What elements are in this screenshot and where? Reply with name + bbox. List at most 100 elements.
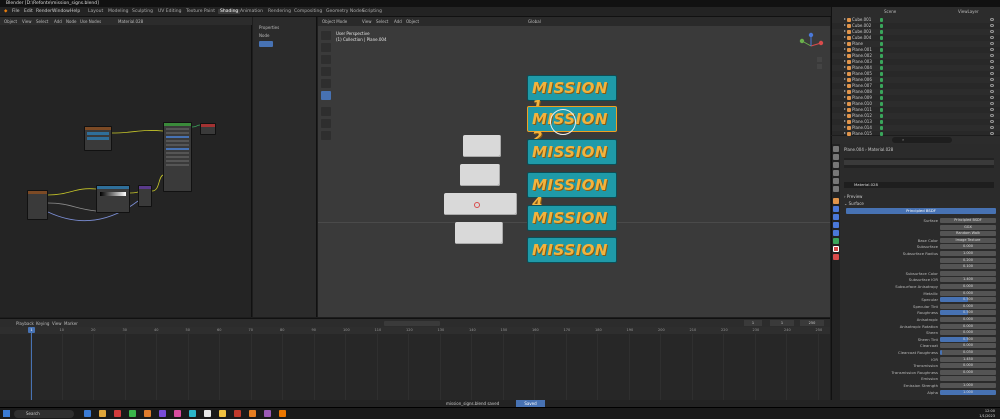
material-name-field[interactable]: Material.028 bbox=[844, 182, 994, 188]
mission-sign-4[interactable]: MISSION 4 bbox=[527, 172, 617, 212]
taskbar-app-icon[interactable] bbox=[99, 410, 106, 417]
preview-section[interactable]: › Preview bbox=[844, 194, 862, 199]
timeline-ruler[interactable]: 0102030405060708090100110120130140150160… bbox=[0, 327, 830, 334]
taskbar-app-icon[interactable] bbox=[84, 410, 91, 417]
scene-selector[interactable]: Scene bbox=[884, 9, 896, 14]
taskbar-app-icon[interactable] bbox=[249, 410, 256, 417]
output-tab-icon[interactable] bbox=[833, 162, 839, 168]
property-field[interactable]: 0.030 bbox=[940, 350, 996, 355]
properties-search-input[interactable] bbox=[892, 137, 952, 143]
viewport-menu-add[interactable]: Add bbox=[394, 19, 402, 24]
surface-section[interactable]: ⌄ Surface bbox=[844, 201, 864, 206]
timeline-menu-view[interactable]: View bbox=[52, 321, 62, 326]
material-slots-list[interactable] bbox=[844, 158, 994, 168]
taskbar-app-icon[interactable] bbox=[129, 410, 136, 417]
property-row[interactable]: Random Walk bbox=[846, 231, 996, 237]
property-row[interactable]: Alpha 1.000 bbox=[846, 389, 996, 396]
npanel-item-node[interactable]: Node bbox=[259, 33, 269, 38]
taskbar-app-icon[interactable] bbox=[144, 410, 151, 417]
property-field[interactable]: 0.000 bbox=[940, 290, 996, 296]
property-field[interactable]: 0.200 bbox=[940, 257, 996, 263]
material-output-node[interactable] bbox=[200, 123, 216, 135]
transform-tool-icon[interactable] bbox=[321, 91, 331, 100]
tab-geometry-nodes[interactable]: Geometry Nodes bbox=[326, 9, 364, 14]
property-field[interactable]: 0.000 bbox=[940, 317, 996, 322]
bump-node[interactable] bbox=[138, 185, 152, 207]
property-field[interactable]: 0.000 bbox=[940, 323, 996, 329]
taskbar-app-icon[interactable] bbox=[114, 410, 121, 417]
orientation-dropdown[interactable]: Global bbox=[528, 19, 541, 24]
add-cube-tool-icon[interactable] bbox=[321, 131, 331, 140]
taskbar-search[interactable]: Search bbox=[14, 410, 74, 418]
property-field[interactable]: 0.000 bbox=[940, 244, 996, 250]
property-row[interactable]: Transmission 0.000 bbox=[846, 363, 996, 369]
property-row[interactable]: Specular Tint 0.000 bbox=[846, 303, 996, 310]
property-field[interactable]: 1.000 bbox=[940, 389, 996, 395]
blank-sign-3[interactable] bbox=[444, 193, 517, 215]
viewport-menu-object[interactable]: Object bbox=[406, 19, 419, 24]
property-row[interactable]: Anisotropic Rotation 0.000 bbox=[846, 323, 996, 330]
property-row[interactable]: Clearcoat Roughness 0.030 bbox=[846, 350, 996, 356]
navigation-gizmo[interactable] bbox=[796, 31, 826, 71]
taskbar-app-icon[interactable] bbox=[279, 410, 286, 417]
view-layer-selector[interactable]: ViewLayer bbox=[958, 9, 979, 14]
property-row[interactable]: Subsurface 0.000 bbox=[846, 244, 996, 250]
color-ramp-node[interactable] bbox=[96, 185, 130, 213]
property-row[interactable]: Sheen Tint 0.500 bbox=[846, 336, 996, 343]
tab-shading[interactable]: Shading bbox=[218, 9, 241, 14]
property-field[interactable]: 1.000 bbox=[940, 251, 996, 256]
playhead[interactable] bbox=[31, 327, 32, 401]
property-field[interactable]: GGX bbox=[940, 224, 996, 230]
property-field[interactable]: 0.500 bbox=[940, 310, 996, 316]
transform-gizmo[interactable] bbox=[550, 109, 576, 135]
blender-logo-icon[interactable]: ◆ bbox=[4, 9, 7, 14]
view-layer-tab-icon[interactable] bbox=[833, 170, 839, 176]
property-row[interactable]: Subsurface Anisotropy 0.000 bbox=[846, 284, 996, 290]
timeline-menu-keying[interactable]: Keying bbox=[36, 321, 49, 326]
property-row[interactable]: Base Color Image Texture bbox=[846, 237, 996, 244]
blank-sign-1[interactable] bbox=[463, 135, 501, 157]
properties-editor[interactable]: ⌕ Plane.004 › Material.028 Material.028 … bbox=[831, 136, 1000, 408]
property-row[interactable]: Surface Principled BSDF bbox=[846, 218, 996, 224]
measure-tool-icon[interactable] bbox=[321, 119, 331, 128]
property-row[interactable]: Roughness 0.500 bbox=[846, 310, 996, 316]
property-field[interactable]: 0.500 bbox=[940, 297, 996, 303]
tab-sculpting[interactable]: Sculpting bbox=[132, 9, 153, 14]
property-field[interactable]: 0.000 bbox=[940, 343, 996, 349]
cursor-tool-icon[interactable] bbox=[321, 43, 331, 52]
menu-window[interactable]: Window bbox=[52, 9, 70, 14]
property-row[interactable]: Emission bbox=[846, 376, 996, 382]
node-sidebar[interactable]: Properties Node bbox=[253, 17, 317, 317]
property-field[interactable]: 0.000 bbox=[940, 369, 996, 375]
property-field[interactable]: 0.000 bbox=[940, 330, 996, 336]
taskbar-app-icon[interactable] bbox=[219, 410, 226, 417]
mission-sign-6[interactable]: MISSION bbox=[527, 237, 617, 263]
tab-compositing[interactable]: Compositing bbox=[294, 9, 322, 14]
taskbar-app-icon[interactable] bbox=[159, 410, 166, 417]
current-frame-badge[interactable]: 1 bbox=[28, 327, 35, 333]
property-row[interactable]: Specular 0.500 bbox=[846, 297, 996, 303]
use-nodes-button[interactable]: Principled BSDF bbox=[846, 208, 996, 214]
property-field[interactable]: Image Texture bbox=[940, 237, 996, 243]
tab-texture-paint[interactable]: Texture Paint bbox=[186, 9, 215, 14]
property-row[interactable]: GGX bbox=[846, 224, 996, 231]
tab-scripting[interactable]: Scripting bbox=[362, 9, 382, 14]
property-field[interactable] bbox=[940, 376, 996, 382]
3d-viewport[interactable]: Object Mode View Select Add Object Globa… bbox=[318, 17, 830, 317]
property-field[interactable]: 0.000 bbox=[940, 284, 996, 289]
outliner[interactable]: Scene ViewLayer Cube.001 Cube.002 Cube.0… bbox=[831, 7, 1000, 136]
scene-tab-icon[interactable] bbox=[833, 178, 839, 184]
property-row[interactable]: Subsurface Radius 1.000 bbox=[846, 251, 996, 257]
property-row[interactable]: 0.200 bbox=[846, 257, 996, 264]
annotate-tool-icon[interactable] bbox=[321, 107, 331, 116]
render-tab-icon[interactable] bbox=[833, 154, 839, 160]
timeline[interactable]: Playback Keying View Marker 1 1 250 0102… bbox=[0, 318, 830, 401]
taskbar-app-icon[interactable] bbox=[204, 410, 211, 417]
tab-layout[interactable]: Layout bbox=[88, 9, 103, 14]
property-field[interactable]: Principled BSDF bbox=[940, 218, 996, 223]
property-field[interactable]: 0.000 bbox=[940, 303, 996, 309]
material-slot-row[interactable] bbox=[844, 160, 994, 165]
image-texture-node[interactable] bbox=[84, 126, 112, 151]
taskbar-app-icon[interactable] bbox=[234, 410, 241, 417]
taskbar-app-icon[interactable] bbox=[264, 410, 271, 417]
